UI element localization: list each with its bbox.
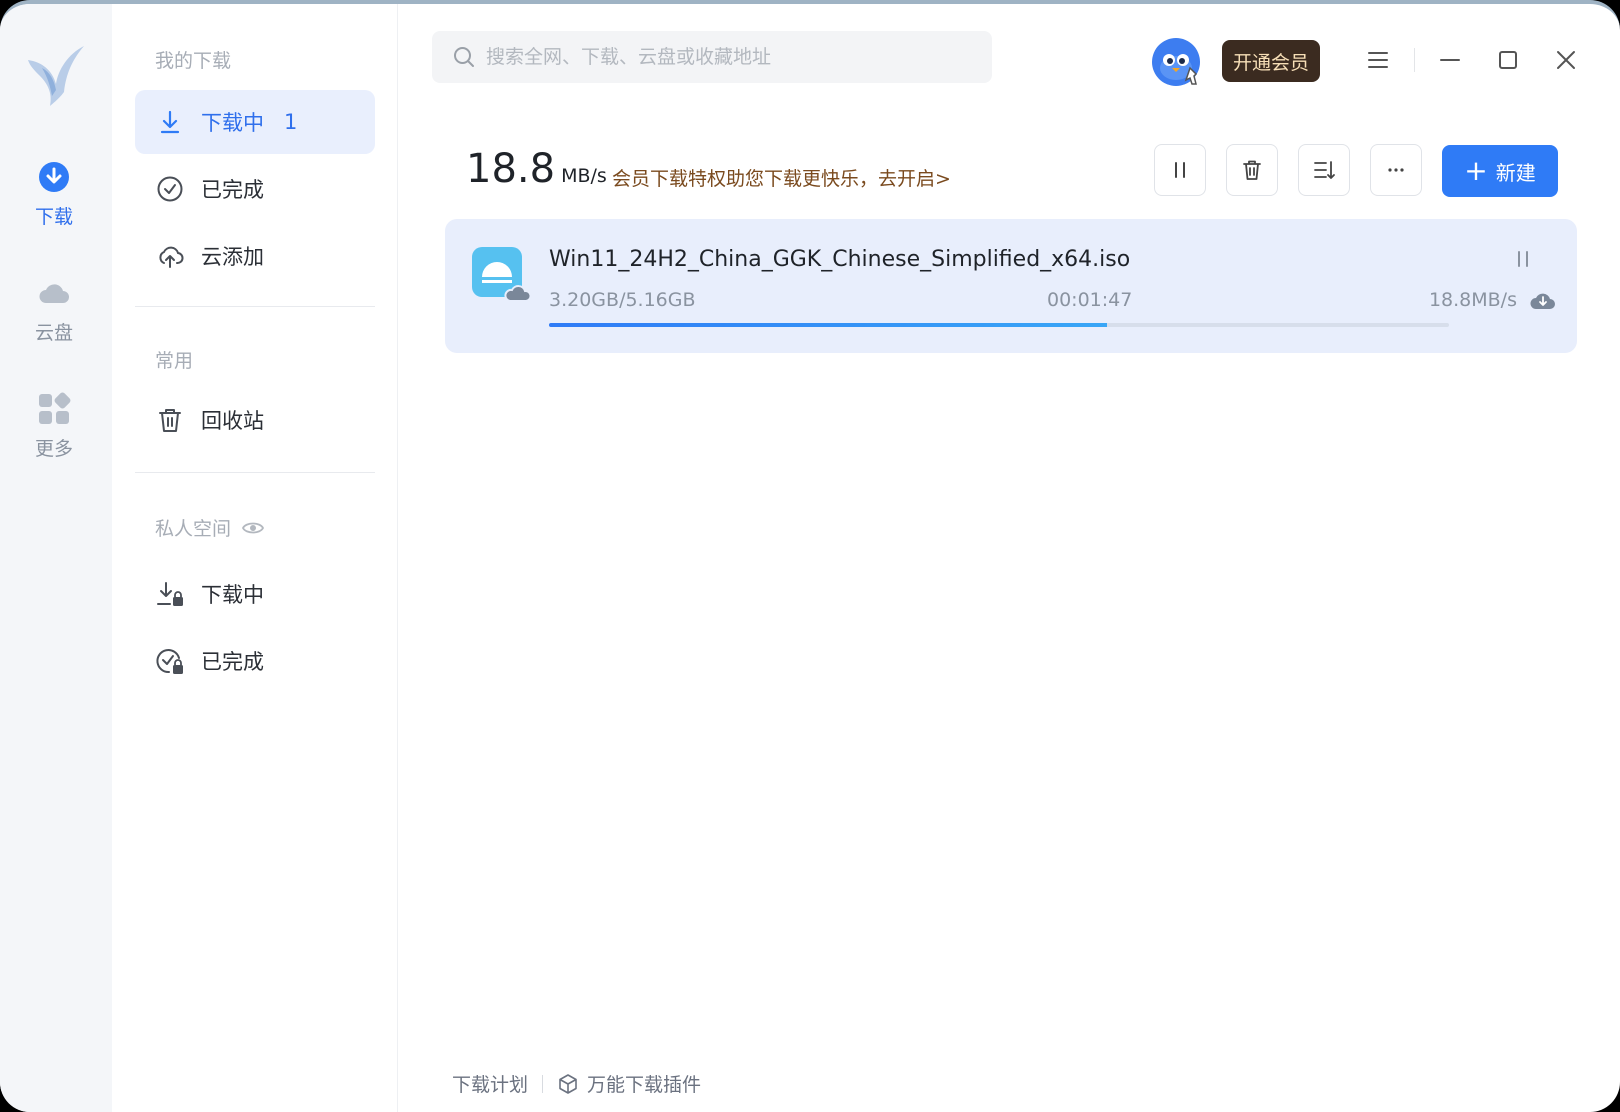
sidebar-item-private-completed[interactable]: 已完成 xyxy=(135,629,375,693)
task-filename: Win11_24H2_China_GGK_Chinese_Simplified_… xyxy=(549,247,1131,272)
sidebar-item-completed[interactable]: 已完成 xyxy=(135,157,375,221)
apps-grid-icon xyxy=(39,392,71,424)
user-avatar[interactable] xyxy=(1150,34,1206,90)
pause-icon xyxy=(1175,162,1185,178)
task-progress-size: 3.20GB/5.16GB xyxy=(549,289,696,311)
disc-image-file-icon xyxy=(472,247,530,302)
cloud-accelerate-icon[interactable] xyxy=(1529,287,1557,315)
section-title-my-downloads: 我的下载 xyxy=(155,50,232,72)
section-title-private-space: 私人空间 xyxy=(155,514,265,541)
downloads-sidebar: 我的下载 下载中 1 已完成 云添加 常用 回收站 私人空间 下载中 已完成 xyxy=(112,4,398,1112)
sidebar-divider xyxy=(135,306,375,307)
maximize-button[interactable] xyxy=(1492,44,1524,76)
section-title-common: 常用 xyxy=(155,350,194,372)
sidebar-item-label: 已完成 xyxy=(201,650,264,674)
menu-button[interactable] xyxy=(1362,44,1394,76)
rail-item-label: 云盘 xyxy=(34,322,73,344)
trash-icon xyxy=(159,409,181,432)
footer-bar: 下载计划 万能下载插件 xyxy=(452,1070,701,1097)
downloading-count-badge: 1 xyxy=(284,110,298,134)
check-lock-icon xyxy=(156,649,183,674)
total-speed: 18.8 MB/s xyxy=(466,146,607,192)
search-input[interactable] xyxy=(486,46,966,68)
rail-item-download[interactable]: 下载 xyxy=(0,160,108,229)
pause-icon xyxy=(1518,251,1528,267)
maximize-icon xyxy=(1499,51,1517,69)
sidebar-item-label: 下载中 xyxy=(201,111,264,135)
check-circle-icon xyxy=(157,176,183,202)
app-window: 下载 云盘 更多 我的下载 下载中 1 已完成 云添加 常用 回收站 私人空间 … xyxy=(0,0,1620,1112)
more-dots-icon xyxy=(1388,168,1404,172)
private-space-label: 私人空间 xyxy=(155,518,232,540)
vip-promo-link[interactable]: 会员下载特权助您下载更快乐，去开启> xyxy=(612,164,951,191)
sidebar-item-label: 下载中 xyxy=(201,583,264,607)
close-icon xyxy=(1557,51,1575,69)
pause-all-button[interactable] xyxy=(1154,144,1206,196)
download-plan-link[interactable]: 下载计划 xyxy=(452,1070,528,1097)
search-bar[interactable] xyxy=(432,31,992,83)
speed-unit: MB/s xyxy=(561,165,607,187)
download-lock-icon xyxy=(157,582,183,606)
delete-button[interactable] xyxy=(1226,144,1278,196)
rail-item-label: 下载 xyxy=(34,206,73,228)
task-elapsed-time: 00:01:47 xyxy=(1047,289,1133,311)
footer-separator xyxy=(542,1074,544,1093)
new-task-button[interactable]: + 新建 xyxy=(1442,145,1558,197)
task-progress-bar xyxy=(549,323,1449,327)
speed-value: 18.8 xyxy=(466,146,556,192)
left-rail: 下载 云盘 更多 xyxy=(0,4,112,1112)
rail-item-label: 更多 xyxy=(34,438,73,460)
sidebar-item-label: 已完成 xyxy=(201,178,264,202)
sort-button[interactable] xyxy=(1298,144,1350,196)
cloud-upload-icon xyxy=(159,246,184,268)
download-arrow-icon xyxy=(160,110,180,134)
sidebar-item-label: 云添加 xyxy=(201,245,264,269)
minimize-icon xyxy=(1440,59,1460,61)
more-button[interactable] xyxy=(1370,144,1422,196)
search-icon xyxy=(454,47,474,67)
new-task-label: 新建 xyxy=(1495,160,1536,185)
eye-icon[interactable] xyxy=(241,516,265,540)
plus-icon: + xyxy=(1464,154,1488,187)
sort-icon xyxy=(1314,161,1335,179)
close-button[interactable] xyxy=(1550,44,1582,76)
universal-plugin-link[interactable]: 万能下载插件 xyxy=(587,1070,701,1097)
sidebar-item-private-downloading[interactable]: 下载中 xyxy=(135,562,375,626)
progress-fill xyxy=(549,323,1107,327)
cloud-icon xyxy=(39,284,69,303)
rail-item-more[interactable]: 更多 xyxy=(0,392,108,461)
task-speed: 18.8MB/s xyxy=(1428,289,1517,311)
sidebar-item-downloading[interactable]: 下载中 1 xyxy=(135,90,375,154)
sidebar-item-cloud-add[interactable]: 云添加 xyxy=(135,224,375,288)
sidebar-item-recycle-bin[interactable]: 回收站 xyxy=(135,388,375,452)
minimize-button[interactable] xyxy=(1434,44,1466,76)
task-pause-button[interactable] xyxy=(1505,241,1541,277)
titlebar-separator xyxy=(1414,48,1415,72)
rail-item-cloud[interactable]: 云盘 xyxy=(0,276,108,345)
download-task-card[interactable]: Win11_24H2_China_GGK_Chinese_Simplified_… xyxy=(445,219,1577,353)
sidebar-divider xyxy=(135,472,375,473)
app-logo-icon xyxy=(28,46,84,106)
download-circle-icon xyxy=(39,162,69,192)
hamburger-menu-icon xyxy=(1368,52,1388,68)
vip-button[interactable]: 开通会员 xyxy=(1222,40,1320,82)
trash-icon xyxy=(1243,160,1261,180)
sidebar-item-label: 回收站 xyxy=(201,409,264,433)
cube-plugin-icon xyxy=(559,1073,577,1094)
